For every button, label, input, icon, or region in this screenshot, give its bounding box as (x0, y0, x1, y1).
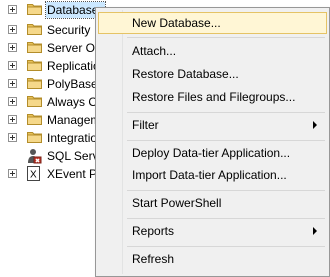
menu-item-restore-database[interactable]: Restore Database... (98, 63, 327, 85)
folder-icon (27, 4, 42, 15)
expand-icon[interactable] (8, 25, 17, 34)
menu-separator (127, 218, 325, 219)
tree-node-label: Managem (47, 113, 101, 127)
submenu-arrow-icon (313, 121, 317, 129)
tree-node-label: Security (47, 23, 91, 37)
svg-text:X: X (30, 170, 37, 181)
menu-separator (127, 140, 325, 141)
menu-item-label: Import Data-tier Application... (132, 168, 287, 182)
expand-icon[interactable] (8, 115, 17, 124)
expand-icon[interactable] (8, 43, 17, 52)
expand-icon[interactable] (8, 79, 17, 88)
menu-separator (127, 190, 325, 191)
menu-item-label: Attach... (132, 44, 177, 58)
menu-item-reports[interactable]: Reports (98, 220, 327, 242)
expand-icon[interactable] (8, 133, 17, 142)
folder-icon (27, 60, 42, 71)
menu-item-start-powershell[interactable]: Start PowerShell (98, 192, 327, 214)
menu-item-filter[interactable]: Filter (98, 114, 327, 136)
folder-icon (27, 96, 42, 107)
context-menu: New Database... Attach... Restore Databa… (95, 7, 330, 277)
tree-node-label: Always O (47, 95, 98, 109)
menu-item-label: Refresh (132, 252, 175, 266)
ssms-object-explorer: Databases Security Server Ob Replication (0, 0, 330, 277)
tree-node-label: Integratio (47, 131, 98, 145)
menu-separator (127, 246, 325, 247)
menu-item-label: New Database... (132, 16, 221, 30)
menu-item-label: Restore Database... (132, 67, 239, 81)
menu-item-label: Deploy Data-tier Application... (132, 146, 291, 160)
menu-separator (127, 112, 325, 113)
menu-item-attach[interactable]: Attach... (98, 40, 327, 62)
menu-item-deploy-data-tier[interactable]: Deploy Data-tier Application... (98, 142, 327, 164)
tree-node-label: XEvent Pr (47, 167, 102, 181)
expand-icon[interactable] (8, 5, 17, 14)
tree-node-label: PolyBase (47, 77, 98, 91)
menu-item-label: Filter (132, 118, 159, 132)
menu-item-import-data-tier[interactable]: Import Data-tier Application... (98, 164, 327, 186)
xevent-icon: X (27, 166, 40, 181)
menu-item-label: Restore Files and Filegroups... (132, 90, 296, 104)
folder-icon (27, 132, 42, 143)
folder-icon (27, 114, 42, 125)
folder-icon (27, 24, 42, 35)
menu-separator (127, 37, 325, 38)
expand-icon[interactable] (8, 97, 17, 106)
menu-item-label: Start PowerShell (132, 196, 222, 210)
menu-item-label: Reports (132, 224, 175, 238)
submenu-arrow-icon (313, 227, 317, 235)
sql-agent-icon (28, 149, 42, 164)
expand-icon[interactable] (8, 61, 17, 70)
folder-icon (27, 42, 42, 53)
menu-item-refresh[interactable]: Refresh (98, 248, 327, 270)
menu-item-restore-files[interactable]: Restore Files and Filegroups... (98, 86, 327, 108)
menu-item-new-database[interactable]: New Database... (98, 12, 327, 34)
expand-icon[interactable] (8, 169, 17, 178)
folder-icon (27, 78, 42, 89)
